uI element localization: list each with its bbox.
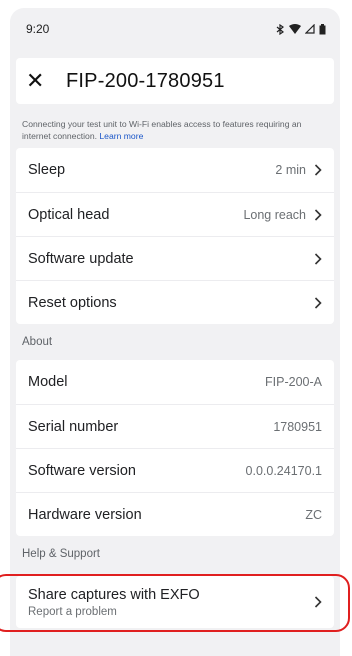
setting-label: Optical head xyxy=(28,206,110,223)
about-row-model: Model FIP-200-A xyxy=(16,360,334,404)
share-captures-row[interactable]: Share captures with EXFO Report a proble… xyxy=(16,576,334,628)
share-captures-subtitle: Report a problem xyxy=(28,605,117,618)
wifi-info-text: Connecting your test unit to Wi-Fi enabl… xyxy=(22,119,302,141)
bluetooth-icon xyxy=(276,23,285,35)
setting-row-reset-options[interactable]: Reset options xyxy=(16,280,334,324)
section-label-about: About xyxy=(22,336,53,348)
chevron-right-icon xyxy=(314,596,322,608)
wifi-icon xyxy=(289,24,301,34)
setting-row-sleep[interactable]: Sleep 2 min xyxy=(16,148,334,192)
share-captures-title: Share captures with EXFO xyxy=(28,586,200,603)
chevron-right-icon xyxy=(314,296,322,309)
learn-more-link[interactable]: Learn more xyxy=(99,131,143,141)
status-bar: 9:20 xyxy=(10,8,340,50)
battery-icon xyxy=(319,23,326,34)
about-value: 0.0.0.24170.1 xyxy=(245,463,322,478)
signal-icon xyxy=(305,24,315,34)
setting-value: Long reach xyxy=(243,207,306,222)
setting-label: Software update xyxy=(28,250,134,267)
setting-value: 2 min xyxy=(275,163,306,177)
about-label: Serial number xyxy=(28,418,119,435)
setting-label: Reset options xyxy=(28,294,117,311)
device-screen: 9:20 ✕ FIP-200-1780951 Connecting your t… xyxy=(10,8,340,656)
setting-label: Sleep xyxy=(28,162,66,178)
about-row-serial-number: Serial number 1780951 xyxy=(16,404,334,448)
about-label: Model xyxy=(28,374,68,390)
chevron-right-icon xyxy=(314,208,322,221)
help-list: Share captures with EXFO Report a proble… xyxy=(16,576,334,628)
section-label-help: Help & Support xyxy=(22,548,100,560)
about-list: Model FIP-200-A Serial number 1780951 So… xyxy=(16,360,334,536)
about-row-software-version: Software version 0.0.0.24170.1 xyxy=(16,448,334,492)
status-icons xyxy=(276,23,326,35)
chevron-right-icon xyxy=(314,252,322,265)
about-value: 1780951 xyxy=(273,419,322,434)
about-label: Software version xyxy=(28,462,136,479)
setting-row-software-update[interactable]: Software update xyxy=(16,236,334,280)
chevron-right-icon xyxy=(314,164,322,176)
wifi-info: Connecting your test unit to Wi-Fi enabl… xyxy=(22,118,328,142)
settings-list: Sleep 2 min Optical head Long reach Soft… xyxy=(16,148,334,324)
about-value: ZC xyxy=(305,507,322,522)
app-header: ✕ FIP-200-1780951 xyxy=(16,58,334,104)
close-icon[interactable]: ✕ xyxy=(26,70,52,92)
status-time: 9:20 xyxy=(26,22,50,36)
about-row-hardware-version: Hardware version ZC xyxy=(16,492,334,536)
about-value: FIP-200-A xyxy=(265,375,322,389)
about-label: Hardware version xyxy=(28,506,142,523)
page-title: FIP-200-1780951 xyxy=(66,69,225,92)
setting-row-optical-head[interactable]: Optical head Long reach xyxy=(16,192,334,236)
